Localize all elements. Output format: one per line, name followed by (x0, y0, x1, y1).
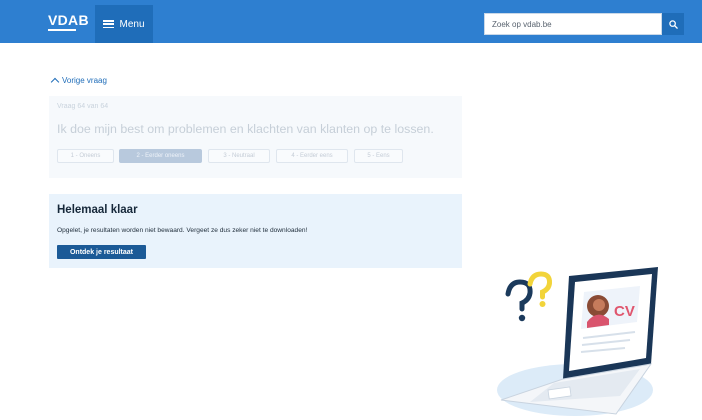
logo-underline (48, 29, 76, 31)
chevron-up-icon (50, 77, 60, 87)
question-text: Ik doe mijn best om problemen en klachte… (57, 122, 434, 136)
answer-option-1: 1 - Oneens (57, 149, 114, 163)
previous-question-label: Vorige vraag (62, 76, 107, 85)
menu-label: Menu (119, 18, 145, 30)
search-icon (668, 19, 678, 29)
menu-button[interactable]: Menu (95, 5, 153, 43)
completion-title: Helemaal klaar (57, 204, 138, 216)
completion-message: Opgelet, je resultaten worden niet bewaa… (57, 227, 308, 234)
answer-option-label: 3 - Neutraal (223, 153, 255, 159)
laptop-screen: CV (563, 267, 658, 379)
completion-card: Helemaal klaar Opgelet, je resultaten wo… (49, 194, 462, 268)
answer-option-label: 1 - Oneens (70, 153, 101, 159)
laptop-cv-illustration: CV (497, 267, 658, 416)
answer-option-5: 5 - Eens (354, 149, 403, 163)
answer-option-label: 5 - Eens (367, 153, 390, 159)
answer-option-label: 4 - Eerder eens (291, 153, 333, 159)
discover-result-button[interactable]: Ontdek je resultaat (57, 245, 146, 259)
question-card: Vraag 64 van 64 Ik doe mijn best om prob… (49, 96, 462, 178)
answer-option-4: 4 - Eerder eens (276, 149, 348, 163)
question-counter: Vraag 64 van 64 (57, 103, 109, 110)
search-input[interactable] (484, 13, 662, 35)
search-button[interactable] (662, 13, 684, 35)
top-navigation-bar: VDAB Menu (0, 0, 702, 43)
logo-text: VDAB (48, 12, 89, 28)
answer-option-3: 3 - Neutraal (208, 149, 270, 163)
cv-label: CV (614, 303, 635, 320)
search-bar (484, 13, 684, 35)
answer-option-label: 2 - Eerder oneens (136, 153, 185, 159)
vdab-logo[interactable]: VDAB (46, 9, 89, 33)
hamburger-icon (103, 20, 115, 29)
previous-question-link[interactable]: Vorige vraag (50, 76, 107, 87)
answer-option-2: 2 - Eerder oneens (119, 149, 202, 163)
question-marks-icon (505, 271, 553, 322)
